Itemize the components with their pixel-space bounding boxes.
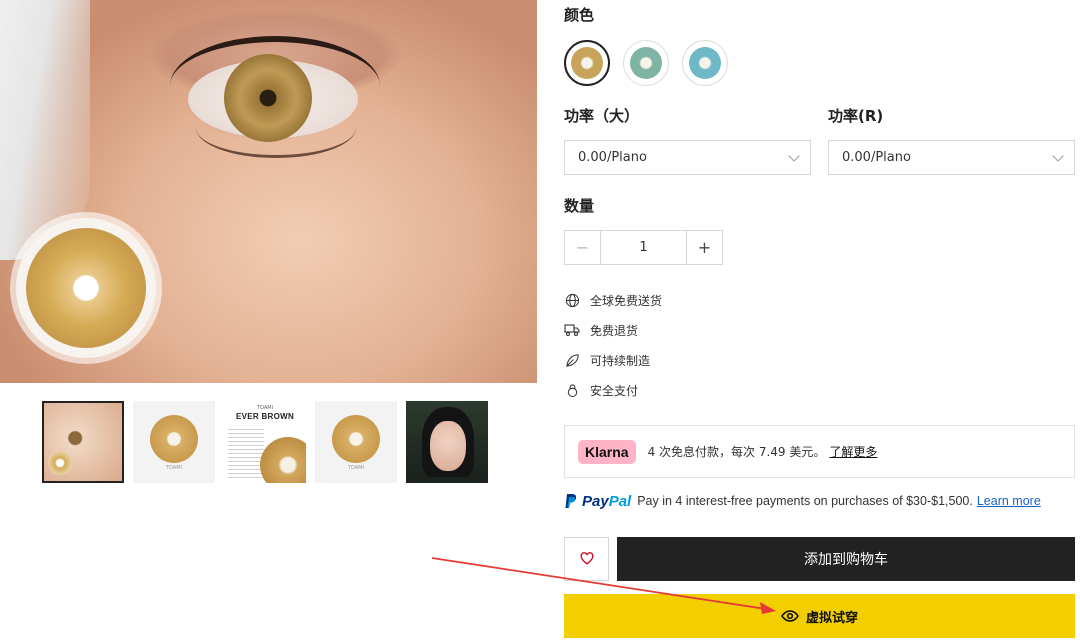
feature-text: 安全支付 bbox=[590, 383, 639, 398]
paypal-learn-more-link[interactable]: Learn more bbox=[977, 494, 1041, 508]
swatch-brown[interactable] bbox=[564, 40, 610, 86]
thumbnail-brand: TOAMI bbox=[256, 405, 274, 411]
swatch-blue[interactable] bbox=[682, 40, 728, 86]
paypal-word-pay: Pay bbox=[582, 492, 609, 510]
lock-icon bbox=[564, 382, 580, 398]
quantity-label: 数量 bbox=[564, 197, 595, 215]
paypal-logo-icon bbox=[564, 493, 578, 509]
thumbnail-strip: TOAMI TOAMI EVER BROWN TOAMI bbox=[42, 401, 488, 483]
feature-sustainable: 可持续制造 bbox=[564, 351, 650, 369]
power-left-select[interactable]: 0.00/Plano bbox=[564, 140, 811, 175]
power-left-value: 0.00/Plano bbox=[578, 150, 647, 165]
heart-icon bbox=[580, 550, 594, 569]
feature-secure-payment: 安全支付 bbox=[564, 381, 638, 399]
quantity-decrease-button[interactable]: − bbox=[565, 231, 601, 264]
klarna-learn-more-link[interactable]: 了解更多 bbox=[829, 443, 877, 460]
quantity-input[interactable]: 1 bbox=[601, 231, 686, 264]
feature-free-shipping: 全球免费送货 bbox=[564, 291, 662, 309]
leaf-icon bbox=[564, 352, 580, 368]
eye-icon bbox=[781, 610, 799, 622]
paypal-banner: PayPal Pay in 4 interest-free payments o… bbox=[564, 491, 1075, 511]
virtual-try-on-button[interactable]: 虚拟试穿 bbox=[564, 594, 1075, 638]
thumbnail-lens bbox=[260, 437, 306, 483]
power-right-select[interactable]: 0.00/Plano bbox=[828, 140, 1075, 175]
thumbnail-lens-front[interactable]: TOAMI bbox=[133, 401, 215, 483]
add-to-cart-button[interactable]: 添加到购物车 bbox=[617, 537, 1075, 581]
klarna-banner: Klarna 4 次免息付款，每次 7.49 美元。 了解更多 bbox=[564, 425, 1075, 478]
power-right-value: 0.00/Plano bbox=[842, 150, 911, 165]
thumbnail-title: EVER BROWN bbox=[235, 412, 295, 421]
paypal-text: Pay in 4 interest-free payments on purch… bbox=[637, 494, 973, 508]
lens-badge-image bbox=[16, 218, 156, 358]
thumbnail-model-face[interactable] bbox=[406, 401, 488, 483]
chevron-down-icon bbox=[788, 150, 800, 162]
feature-free-returns: 免费退货 bbox=[564, 321, 638, 339]
thumbnail-model-eye[interactable] bbox=[42, 401, 124, 483]
feature-text: 可持续制造 bbox=[590, 353, 651, 368]
klarna-text: 4 次免息付款，每次 7.49 美元。 bbox=[647, 445, 826, 459]
thumbnail-info-card[interactable]: TOAMI EVER BROWN bbox=[224, 401, 306, 483]
thumbnail-caption: TOAMI bbox=[347, 465, 365, 471]
wishlist-button[interactable] bbox=[564, 537, 609, 581]
chevron-down-icon bbox=[1052, 150, 1064, 162]
globe-icon bbox=[564, 292, 580, 308]
color-label: 颜色 bbox=[564, 6, 595, 24]
truck-icon bbox=[564, 322, 580, 338]
quantity-increase-button[interactable]: + bbox=[686, 231, 722, 264]
paypal-wordmark: PayPal bbox=[582, 493, 631, 510]
thumbnail-lens-angle[interactable]: TOAMI bbox=[315, 401, 397, 483]
swatch-dot bbox=[571, 47, 603, 79]
quantity-stepper: − 1 + bbox=[564, 230, 723, 265]
swatch-dot bbox=[689, 47, 721, 79]
lower-lashes bbox=[196, 128, 356, 158]
swatch-dot bbox=[630, 47, 662, 79]
product-main-image bbox=[0, 0, 537, 383]
feature-text: 全球免费送货 bbox=[590, 293, 663, 308]
thumbnail-info-lines bbox=[228, 429, 264, 479]
power-left-label: 功率（大） bbox=[564, 107, 640, 125]
power-right-label: 功率(R) bbox=[828, 107, 884, 125]
feature-text: 免费退货 bbox=[590, 323, 639, 338]
klarna-logo: Klarna bbox=[578, 439, 636, 464]
thumbnail-caption: TOAMI bbox=[165, 465, 183, 471]
virtual-try-on-label: 虚拟试穿 bbox=[805, 610, 858, 626]
swatch-green[interactable] bbox=[623, 40, 669, 86]
paypal-word-pal: Pal bbox=[608, 492, 632, 510]
add-to-cart-label: 添加到购物车 bbox=[804, 552, 888, 568]
